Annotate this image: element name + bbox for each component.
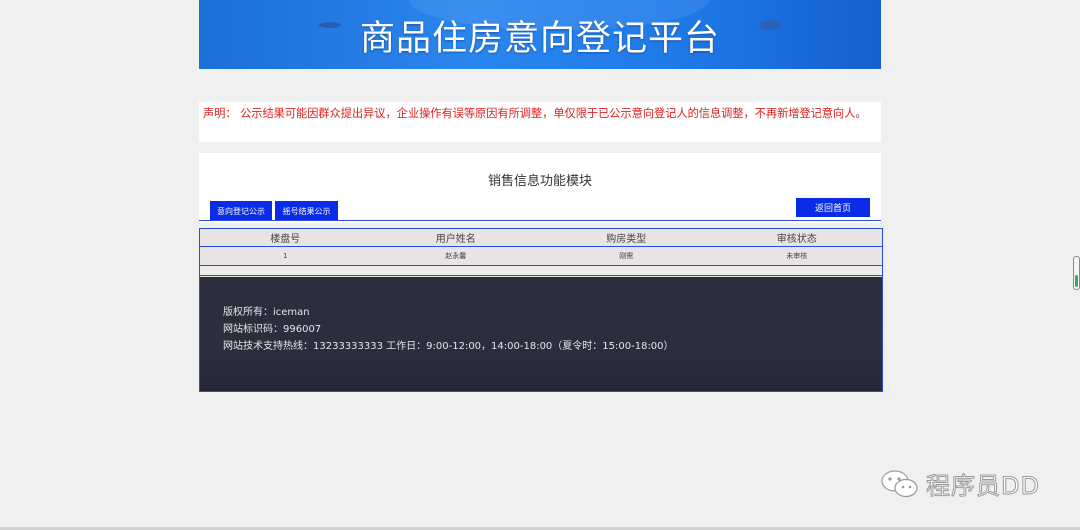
divider <box>199 220 881 221</box>
results-block: 楼盘号 用户姓名 购房类型 审核状态 1 赵永馨 刚需 未审核 版权所有：ice… <box>199 228 883 392</box>
back-home-button[interactable]: 返回首页 <box>796 198 870 217</box>
column-header-type: 购房类型 <box>606 234 647 245</box>
page: 商品住房意向登记平台 声明： 公示结果可能因群众提出异议，企业操作有误等原因有所… <box>0 0 1080 530</box>
cell-building: 1 <box>283 252 288 260</box>
sales-module-panel: 销售信息功能模块 意向登记公示 摇号结果公示 返回首页 <box>199 153 881 223</box>
header-banner: 商品住房意向登记平台 <box>199 0 881 69</box>
cell-name: 赵永馨 <box>445 252 467 260</box>
column-header-name: 用户姓名 <box>435 234 476 245</box>
footer-site-id: 网站标识码：996007 <box>223 324 322 335</box>
table-row: 1 赵永馨 刚需 未审核 <box>200 247 882 266</box>
scroll-indicator[interactable] <box>1073 256 1080 290</box>
table-header: 楼盘号 用户姓名 购房类型 审核状态 <box>200 229 882 247</box>
watermark-text: 程序员DD <box>926 472 1040 501</box>
site-title: 商品住房意向登记平台 <box>359 19 720 59</box>
tab-lottery-results[interactable]: 摇号结果公示 <box>275 201 338 221</box>
footer-hotline: 网站技术支持热线：13233333333 工作日：9:00-12:00，14:0… <box>223 341 674 352</box>
notice-statement: 声明： 公示结果可能因群众提出异议，企业操作有误等原因有所调整，单仅限于已公示意… <box>199 102 881 142</box>
table-spacer <box>200 266 882 276</box>
footer-copyright: 版权所有：iceman <box>223 307 310 318</box>
cell-type: 刚需 <box>619 252 634 260</box>
column-header-status: 审核状态 <box>776 234 817 245</box>
module-title: 销售信息功能模块 <box>487 174 592 189</box>
tab-intent-registration[interactable]: 意向登记公示 <box>210 201 272 221</box>
scroll-thumb[interactable] <box>1075 275 1078 287</box>
wechat-icon <box>881 469 918 497</box>
cell-status: 未审核 <box>786 252 808 260</box>
column-header-building: 楼盘号 <box>270 234 301 245</box>
site-footer: 版权所有：iceman 网站标识码：996007 网站技术支持热线：132333… <box>200 277 882 391</box>
watermark: 程序员DD <box>880 466 1040 501</box>
